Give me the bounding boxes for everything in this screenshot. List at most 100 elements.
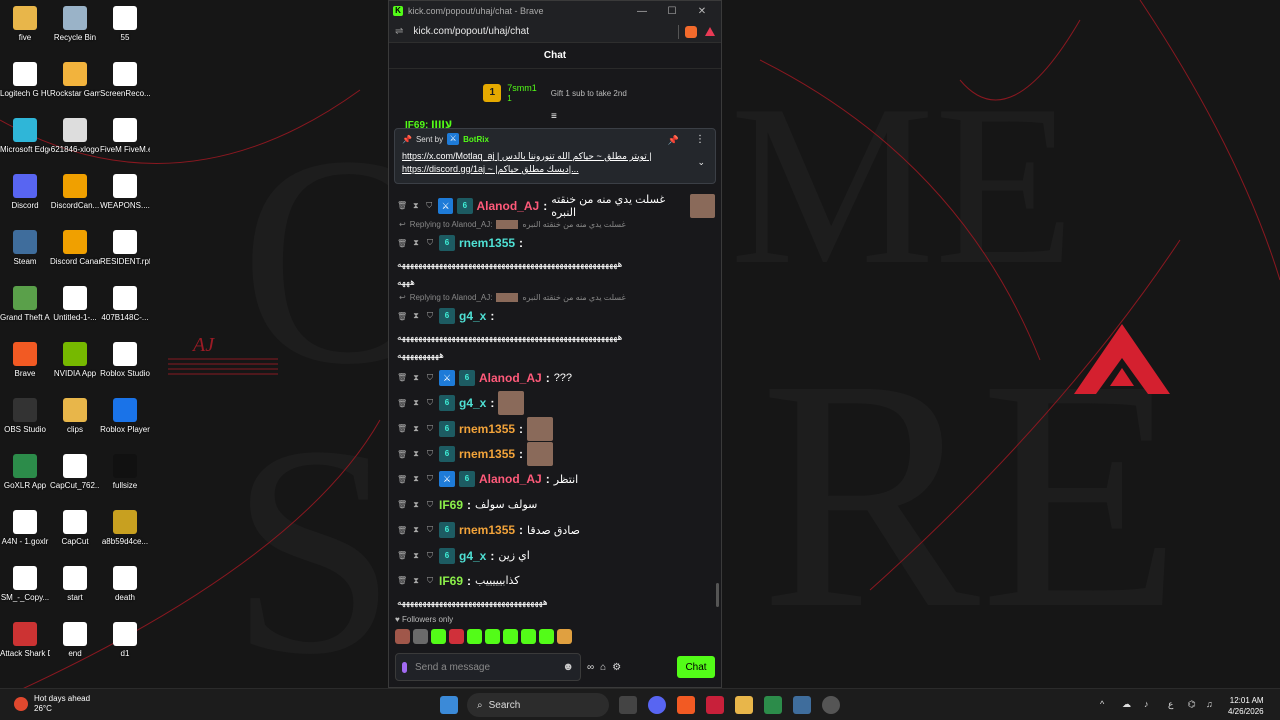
chat-message[interactable]: 🗑 ⧗ ⛉ IF69: كذابيييييب bbox=[397, 568, 715, 593]
desktop-shortcut[interactable]: CapCut_762... bbox=[50, 454, 100, 491]
chat-message[interactable]: 🗑 ⧗ ⛉ 6 rnem1355: صادق صدقا bbox=[397, 518, 715, 543]
network-icon[interactable]: ⌬ bbox=[1188, 699, 1196, 710]
timeout-icon[interactable]: ⧗ bbox=[411, 551, 421, 561]
ban-icon[interactable]: ⛉ bbox=[425, 449, 435, 459]
desktop-shortcut[interactable]: 407B148C-... bbox=[100, 286, 150, 323]
chat-input-box[interactable]: ☻ bbox=[395, 653, 581, 681]
gifter-name[interactable]: 7smm1 bbox=[507, 83, 537, 94]
delete-icon[interactable]: 🗑 bbox=[397, 373, 407, 382]
gear-icon[interactable]: ⚙ bbox=[612, 662, 621, 673]
emote-icon[interactable] bbox=[413, 629, 428, 644]
chat-message[interactable]: 🗑 ⧗ ⛉ 6 g4_x: اي زين bbox=[397, 543, 715, 568]
delete-icon[interactable]: 🗑 bbox=[397, 239, 407, 248]
reply-context[interactable]: ↩ Replying to Alanod_AJ: غسلت يدي منه من خ… bbox=[397, 292, 715, 304]
delete-icon[interactable]: 🗑 bbox=[397, 201, 407, 210]
desktop-shortcut[interactable]: Discord Canary bbox=[50, 230, 100, 267]
ban-icon[interactable]: ⛉ bbox=[425, 474, 435, 484]
timeout-icon[interactable]: ⧗ bbox=[411, 474, 421, 484]
address-bar[interactable]: ⇌ kick.com/popout/uhaj/chat bbox=[389, 21, 721, 43]
desktop-shortcut[interactable]: OBS Studio bbox=[0, 398, 50, 435]
desktop-shortcut[interactable]: WEAPONS.... bbox=[100, 174, 150, 211]
brave-shields-icon[interactable] bbox=[685, 25, 697, 38]
reply-context[interactable]: ↩ Replying to Alanod_AJ: غسلت يدي منه من خ… bbox=[397, 218, 715, 230]
timeout-icon[interactable]: ⧗ bbox=[411, 373, 421, 383]
desktop-shortcut[interactable]: Untitled-1-... bbox=[50, 286, 100, 323]
timeout-icon[interactable]: ⧗ bbox=[411, 311, 421, 321]
chat-message[interactable]: 🗑 ⧗ ⛉ 6 g4_x: bbox=[397, 304, 715, 329]
desktop-shortcut[interactable]: NVIDIA App bbox=[50, 342, 100, 379]
language-indicator[interactable]: ع bbox=[1168, 699, 1173, 710]
clock[interactable]: 12:01 AM 4/26/2026 bbox=[1228, 695, 1264, 717]
ban-icon[interactable]: ⛉ bbox=[425, 311, 435, 321]
emoji-icon[interactable]: ☻ bbox=[562, 661, 574, 673]
settings-taskbar-icon[interactable] bbox=[822, 696, 840, 714]
emote-icon[interactable] bbox=[467, 629, 482, 644]
emote-icon[interactable] bbox=[521, 629, 536, 644]
ban-icon[interactable]: ⛉ bbox=[425, 500, 435, 510]
delete-icon[interactable]: 🗑 bbox=[397, 312, 407, 321]
more-options-icon[interactable]: ⋮ bbox=[695, 134, 705, 145]
timeout-icon[interactable]: ⧗ bbox=[411, 449, 421, 459]
taskbar-search[interactable]: ⌕ Search bbox=[467, 693, 609, 717]
cloud-icon[interactable]: ☁ bbox=[1122, 699, 1131, 710]
chat-username[interactable]: rnem1355 bbox=[459, 236, 515, 250]
ban-icon[interactable]: ⛉ bbox=[425, 525, 435, 535]
desktop-shortcut[interactable]: fullsize bbox=[100, 454, 150, 491]
chat-username[interactable]: rnem1355 bbox=[459, 447, 515, 461]
chat-username[interactable]: IF69 bbox=[439, 498, 463, 512]
desktop-shortcut[interactable]: d1 bbox=[100, 622, 150, 659]
collapse-icon[interactable]: ≡ bbox=[551, 111, 557, 122]
desktop-shortcut[interactable]: CapCut bbox=[50, 510, 100, 547]
ban-icon[interactable]: ⛉ bbox=[425, 398, 435, 408]
desktop-shortcut[interactable]: RESIDENT.rpf bbox=[100, 230, 150, 267]
emote-icon[interactable] bbox=[485, 629, 500, 644]
chat-username[interactable]: rnem1355 bbox=[459, 523, 515, 537]
minimize-button[interactable]: — bbox=[627, 6, 657, 17]
emote-icon[interactable] bbox=[539, 629, 554, 644]
desktop-shortcut[interactable]: start bbox=[50, 566, 100, 603]
task-view-icon[interactable] bbox=[619, 696, 637, 714]
desktop-shortcut[interactable]: Brave bbox=[0, 342, 50, 379]
send-chat-button[interactable]: Chat bbox=[677, 656, 715, 678]
infinity-icon[interactable]: ∞ bbox=[587, 662, 594, 673]
desktop-shortcut[interactable]: Roblox Studio bbox=[100, 342, 150, 379]
brave-taskbar-icon[interactable] bbox=[677, 696, 695, 714]
chat-message[interactable]: 🗑 ⧗ ⛉ 6 rnem1355: bbox=[397, 416, 715, 441]
chat-message[interactable]: 🗑 ⧗ ⛉ ⚔ 6 Alanod_AJ: انتظر bbox=[397, 467, 715, 492]
desktop-shortcut[interactable]: death bbox=[100, 566, 150, 603]
ban-icon[interactable]: ⛉ bbox=[425, 373, 435, 383]
desktop-shortcut[interactable]: SM_-_Copy... bbox=[0, 566, 50, 603]
file-explorer-icon[interactable] bbox=[735, 696, 753, 714]
microphone-tray-icon[interactable]: ♪ bbox=[1144, 699, 1149, 709]
desktop-shortcut[interactable]: DiscordCan... bbox=[50, 174, 100, 211]
message-input[interactable] bbox=[415, 661, 555, 673]
desktop-shortcut[interactable]: a8b59d4ce... bbox=[100, 510, 150, 547]
discord-taskbar-icon[interactable] bbox=[648, 696, 666, 714]
chat-username[interactable]: g4_x bbox=[459, 396, 486, 410]
ban-icon[interactable]: ⛉ bbox=[425, 424, 435, 434]
timeout-icon[interactable]: ⧗ bbox=[411, 525, 421, 535]
maximize-button[interactable]: ☐ bbox=[657, 6, 687, 17]
desktop-shortcut[interactable]: Discord bbox=[0, 174, 50, 211]
desktop-shortcut[interactable]: Attack Shark Driver v4 bbox=[0, 622, 50, 659]
ban-icon[interactable]: ⛉ bbox=[425, 551, 435, 561]
volume-icon[interactable]: ♫ bbox=[1206, 699, 1213, 709]
desktop-shortcut[interactable]: FiveM FiveM.exe ... bbox=[100, 118, 150, 155]
emote-icon[interactable] bbox=[431, 629, 446, 644]
desktop-shortcut[interactable]: Steam bbox=[0, 230, 50, 267]
desktop-shortcut[interactable]: Roblox Player bbox=[100, 398, 150, 435]
scrollbar[interactable] bbox=[716, 583, 719, 607]
delete-icon[interactable]: 🗑 bbox=[397, 450, 407, 459]
emote-icon[interactable] bbox=[395, 629, 410, 644]
pinned-line-1[interactable]: https://x.com/Motlaq_aj | تويتر مطلق ~ ح… bbox=[402, 150, 708, 162]
steam-taskbar-icon[interactable] bbox=[793, 696, 811, 714]
timeout-icon[interactable]: ⧗ bbox=[411, 500, 421, 510]
windows-start-icon[interactable] bbox=[440, 696, 458, 714]
ban-icon[interactable]: ⛉ bbox=[425, 238, 435, 248]
pinned-line-2[interactable]: https://discord.gg/1aj ~ |ديسك مطلق حياك… bbox=[402, 163, 708, 175]
chat-message[interactable]: 🗑 ⧗ ⛉ 6 rnem1355: bbox=[397, 441, 715, 467]
timeout-icon[interactable]: ⧗ bbox=[411, 576, 421, 586]
chat-message[interactable]: 🗑 ⧗ ⛉ IF69: سولف سولف bbox=[397, 492, 715, 517]
desktop-shortcut[interactable]: Logitech G HUB bbox=[0, 62, 50, 99]
delete-icon[interactable]: 🗑 bbox=[397, 551, 407, 560]
